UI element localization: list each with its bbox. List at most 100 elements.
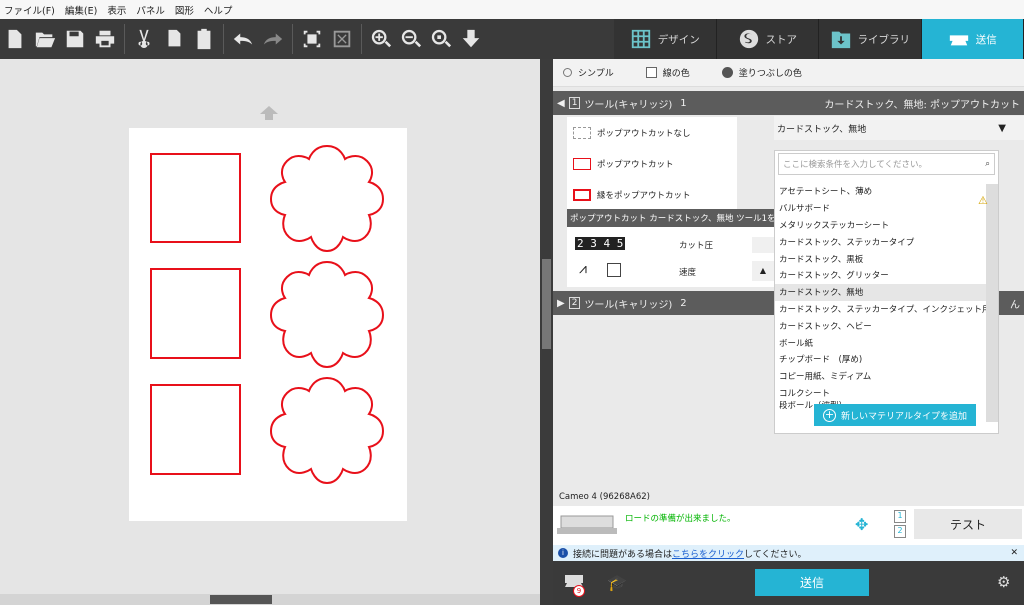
cut-shapes: [150, 144, 385, 484]
save-button[interactable]: [60, 19, 90, 59]
toolbar-divider: [223, 24, 224, 54]
redo-button[interactable]: [258, 19, 288, 59]
tool-1-header[interactable]: ◀ 1 ツール(キャリッジ) 1 カードストック、無地: ポップアウトカット: [553, 91, 1024, 115]
toolbar-divider: [361, 24, 362, 54]
material-item[interactable]: アセテートシート、薄め: [775, 183, 998, 200]
cut-button[interactable]: [129, 19, 159, 59]
popout-cut-icon: [573, 157, 591, 170]
zoom-out-button[interactable]: [396, 19, 426, 59]
tab-design[interactable]: デザイン: [614, 19, 717, 59]
material-item[interactable]: ボール紙: [775, 334, 998, 351]
material-item[interactable]: カードストック、黒板: [775, 250, 998, 267]
page-2-button[interactable]: 2: [894, 525, 906, 538]
material-item[interactable]: バルサボード: [775, 200, 998, 217]
speed-slider[interactable]: ▲: [752, 261, 774, 281]
flower-shape: [269, 144, 385, 253]
cutter-machine-icon: [557, 515, 617, 534]
collapse-arrow-icon: ◀: [557, 97, 565, 109]
undo-button[interactable]: [228, 19, 258, 59]
zoom-out-icon: [401, 29, 422, 48]
copy-button[interactable]: [159, 19, 189, 59]
device-status-area: ロードの準備が出来ました。 ✥ 1 2 テスト: [553, 506, 1024, 545]
canvas-horizontal-scrollbar[interactable]: [0, 594, 540, 605]
menu-shape[interactable]: 図形: [175, 3, 194, 17]
zoom-fit-button[interactable]: [426, 19, 456, 59]
tool-1-summary: カードストック、無地: ポップアウトカット: [824, 99, 1020, 111]
menu-panel[interactable]: パネル: [136, 3, 165, 17]
material-dropdown[interactable]: カードストック、無地 ▼: [774, 116, 1024, 140]
gear-icon[interactable]: ⚙: [997, 573, 1010, 591]
material-item[interactable]: カードストック、ステッカータイプ: [775, 233, 998, 250]
group-button[interactable]: [297, 19, 327, 59]
ungroup-icon: [333, 30, 351, 48]
tab-design-label: デザイン: [657, 33, 700, 46]
send-mode-tabs: シンプル 線の色 塗りつぶしの色: [553, 59, 1024, 87]
cutting-mat-page[interactable]: [129, 128, 407, 521]
menu-edit[interactable]: 編集(E): [65, 3, 97, 17]
material-list-scrollbar[interactable]: [986, 184, 998, 422]
scroll-thumb[interactable]: [542, 259, 551, 349]
tab-library[interactable]: ライブラリ: [819, 19, 922, 59]
tab-line-color[interactable]: 線の色: [645, 66, 690, 79]
blade-depth-display[interactable]: 2 3 4 5: [575, 237, 626, 250]
group-icon: [303, 30, 321, 48]
popout-edge-option[interactable]: 縁をポップアウトカット: [567, 179, 737, 210]
add-material-button[interactable]: + 新しいマテリアルタイプを追加: [814, 404, 976, 426]
info-text: 接続に問題がある場合は: [573, 549, 673, 560]
cut-pressure-slider[interactable]: [752, 237, 774, 253]
popout-none-label: ポップアウトカットなし: [597, 128, 691, 139]
tool-1-number: 1: [568, 97, 581, 109]
zoom-in-icon: [371, 29, 392, 48]
material-item[interactable]: コルクシート: [775, 385, 998, 402]
tab-fill-color[interactable]: 塗りつぶしの色: [721, 66, 802, 79]
menu-help[interactable]: ヘルプ: [204, 3, 233, 17]
copy-icon: [168, 29, 181, 47]
test-button[interactable]: テスト: [914, 509, 1022, 539]
zoom-fit-icon: [431, 29, 452, 48]
material-item[interactable]: カードストック、グリッター: [775, 267, 998, 284]
menu-file[interactable]: ファイル(F): [4, 3, 55, 17]
material-item[interactable]: コピー用紙、ミディアム: [775, 368, 998, 385]
popout-cut-option[interactable]: ポップアウトカット: [567, 148, 737, 179]
close-icon[interactable]: ✕: [1010, 548, 1018, 558]
search-icon: ⌕: [985, 159, 990, 169]
ungroup-button[interactable]: [327, 19, 357, 59]
zoom-in-button[interactable]: [366, 19, 396, 59]
main-toolbar: [0, 19, 614, 59]
add-material-label: 新しいマテリアルタイプを追加: [841, 411, 967, 422]
checkbox[interactable]: [607, 263, 621, 277]
scroll-thumb[interactable]: [210, 595, 272, 604]
open-button[interactable]: [30, 19, 60, 59]
material-search-input[interactable]: ここに検索条件を入力してください。 ⌕: [778, 153, 995, 175]
send-button[interactable]: 送信: [755, 569, 869, 596]
menu-view[interactable]: 表示: [107, 3, 126, 17]
tab-simple[interactable]: シンプル: [563, 66, 614, 79]
connection-info-bar: i 接続に問題がある場合は こちらをクリック してください。 ✕: [553, 545, 1024, 561]
graduation-cap-icon[interactable]: 🎓: [607, 573, 627, 592]
flower-shape: [270, 377, 384, 484]
menu-bar: ファイル(F) 編集(E) 表示 パネル 図形 ヘルプ: [0, 0, 1024, 19]
material-item[interactable]: チップボード (厚め): [775, 351, 998, 368]
move-to-front-button[interactable]: [456, 19, 486, 59]
material-list: ここに検索条件を入力してください。 ⌕ アセテートシート、薄め バルサボード メタリ…: [774, 150, 999, 434]
tab-store[interactable]: ストア: [716, 19, 819, 59]
nav-tabs: デザイン ストア ライブラリ 送信: [614, 19, 1024, 59]
tab-send[interactable]: 送信: [921, 19, 1024, 59]
print-button[interactable]: [90, 19, 120, 59]
design-canvas[interactable]: [0, 59, 540, 594]
paste-button[interactable]: [189, 19, 219, 59]
new-file-button[interactable]: [0, 19, 30, 59]
search-placeholder: ここに検索条件を入力してください。: [783, 160, 927, 170]
page-1-button[interactable]: 1: [894, 510, 906, 523]
canvas-vertical-scrollbar[interactable]: [540, 59, 553, 605]
material-item[interactable]: メタリックステッカーシート: [775, 217, 998, 234]
move-arrows-icon[interactable]: ✥: [855, 515, 868, 534]
info-link[interactable]: こちらをクリック: [672, 547, 744, 560]
tool-2-index: 2: [680, 297, 687, 309]
popout-none-option[interactable]: ポップアウトカットなし: [567, 117, 737, 148]
toolbar-divider: [292, 24, 293, 54]
material-item[interactable]: カードストック、無地: [775, 283, 998, 301]
chevron-down-icon: ▼: [998, 122, 1006, 134]
material-item[interactable]: カードストック、ヘビー: [775, 317, 998, 334]
material-item[interactable]: カードストック、ステッカータイプ、インクジェット用: [775, 301, 998, 318]
